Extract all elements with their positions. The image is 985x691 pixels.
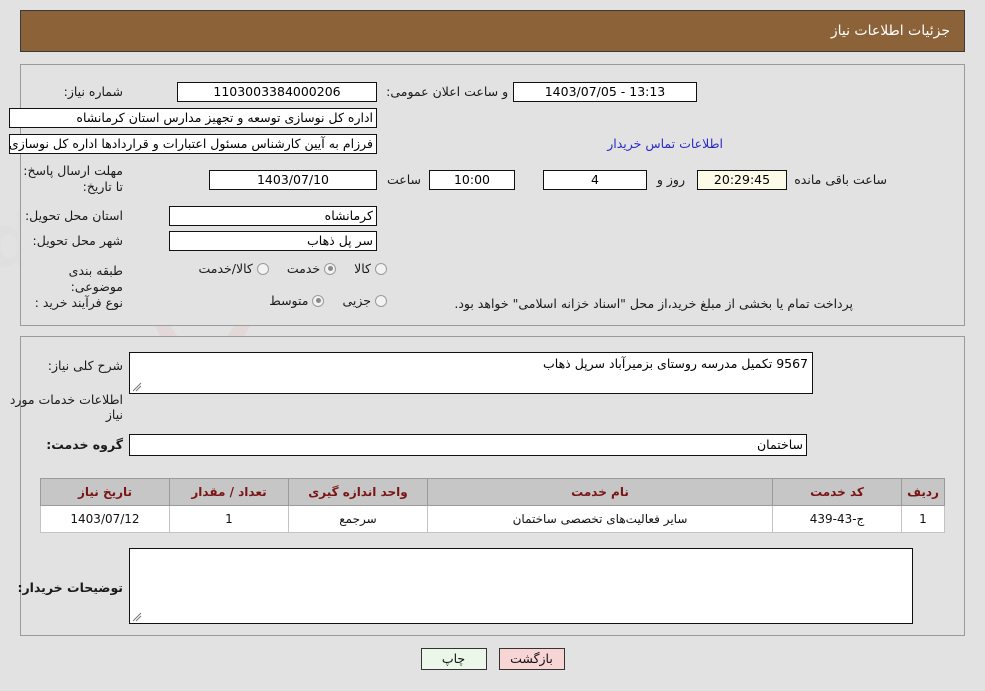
radio-circle-icon[interactable]: [312, 294, 325, 307]
treasury-note: پرداخت تمام یا بخشی از مبلغ خرید،از محل …: [454, 296, 853, 311]
category-option-kala[interactable]: کالا: [354, 261, 387, 276]
radio-circle-icon[interactable]: [375, 294, 387, 307]
category-option-label: کالا/خدمت: [198, 261, 253, 276]
window-titlebar: جزئیات اطلاعات نیاز: [20, 10, 965, 52]
services-section-title: اطلاعات خدمات مورد نیاز: [9, 392, 123, 422]
process-type-label: نوع فرآیند خرید :: [34, 295, 123, 310]
process-type-option-jozyi[interactable]: جزیی: [342, 293, 387, 308]
cell-unit: سرجمع: [288, 505, 428, 533]
service-group-label: گروه خدمت:: [46, 437, 123, 452]
table-header-cell: تعداد / مقدار: [169, 478, 289, 506]
services-table: ردیف کد خدمت نام خدمت واحد اندازه گیری ت…: [40, 478, 945, 533]
back-button[interactable]: بازگشت: [498, 648, 565, 670]
deadline-date-value: 1403/07/10: [209, 170, 377, 190]
deadline-time-label: ساعت: [386, 172, 421, 187]
need-number-value: 1103003384000206: [177, 82, 377, 102]
city-value: سر پل ذهاب: [169, 231, 377, 251]
process-type-radio-group[interactable]: جزیی متوسط: [251, 293, 387, 308]
action-button-row: بازگشت چاپ: [0, 648, 985, 670]
process-type-option-label: متوسط: [269, 293, 309, 308]
radio-circle-icon[interactable]: [375, 262, 387, 275]
city-label: شهر محل تحویل:: [32, 233, 123, 248]
general-desc-textarea[interactable]: 9567 تکمیل مدرسه روستای بزمیرآباد سرپل ذ…: [129, 352, 813, 394]
table-header-cell: کد خدمت: [772, 478, 902, 506]
remaining-countdown-timer: 20:29:45: [697, 170, 787, 190]
cell-service-code: ج-43-439: [772, 505, 902, 533]
radio-circle-icon[interactable]: [324, 262, 337, 275]
buyer-org-value: اداره کل نوسازی توسعه و تجهیز مدارس استا…: [9, 108, 377, 128]
category-option-kala-khedmat[interactable]: کالا/خدمت: [198, 261, 269, 276]
general-desc-value: 9567 تکمیل مدرسه روستای بزمیرآباد سرپل ذ…: [543, 356, 808, 371]
deadline-label: مهلت ارسال پاسخ: تا تاریخ:: [23, 163, 123, 194]
category-option-khedmat[interactable]: خدمت: [286, 261, 337, 276]
table-header-cell: ردیف: [901, 478, 945, 506]
cell-service-name: سایر فعالیت‌های تخصصی ساختمان: [427, 505, 773, 533]
remaining-days-label: روز و: [656, 172, 685, 187]
buyer-contact-link[interactable]: اطلاعات تماس خریدار: [607, 136, 723, 151]
cell-row-no: 1: [901, 505, 945, 533]
table-row: 1 ج-43-439 سایر فعالیت‌های تخصصی ساختمان…: [40, 505, 945, 533]
buyer-notes-textarea[interactable]: [129, 548, 913, 624]
remaining-days-value: 4: [543, 170, 647, 190]
resize-grip-icon[interactable]: [132, 612, 142, 622]
buyer-notes-label: توضیحات خریدار:: [17, 580, 123, 595]
province-label: استان محل تحویل:: [24, 208, 123, 223]
cell-quantity: 1: [169, 505, 289, 533]
table-header-cell: تاریخ نیاز: [40, 478, 170, 506]
need-info-panel: [20, 64, 965, 326]
print-button[interactable]: چاپ: [420, 648, 487, 670]
resize-grip-icon[interactable]: [132, 382, 142, 392]
page-title: جزئیات اطلاعات نیاز: [830, 23, 950, 39]
deadline-time-value: 10:00: [429, 170, 515, 190]
table-header-row: ردیف کد خدمت نام خدمت واحد اندازه گیری ت…: [40, 478, 945, 506]
table-header-cell: نام خدمت: [427, 478, 773, 506]
process-type-option-label: جزیی: [342, 293, 371, 308]
need-number-label: شماره نیاز:: [63, 84, 123, 99]
category-label: طبقه بندی موضوعی:: [68, 263, 123, 294]
radio-circle-icon[interactable]: [256, 262, 269, 275]
announce-datetime-value: 1403/07/05 - 13:13: [513, 82, 697, 102]
remaining-suffix-label: ساعت باقی مانده: [794, 172, 887, 187]
cell-need-date: 1403/07/12: [40, 505, 170, 533]
category-option-label: خدمت: [286, 261, 321, 276]
province-value: کرمانشاه: [169, 206, 377, 226]
service-group-value: ساختمان: [129, 434, 807, 456]
category-radio-group[interactable]: کالا خدمت کالا/خدمت: [180, 261, 387, 276]
requester-value: فرزام به آیین کارشناس مسئول اعتبارات و ق…: [9, 134, 377, 154]
category-option-label: کالا: [354, 261, 371, 276]
general-desc-label: شرح کلی نیاز:: [47, 358, 123, 373]
process-type-option-motavasset[interactable]: متوسط: [269, 293, 325, 308]
table-header-cell: واحد اندازه گیری: [288, 478, 428, 506]
